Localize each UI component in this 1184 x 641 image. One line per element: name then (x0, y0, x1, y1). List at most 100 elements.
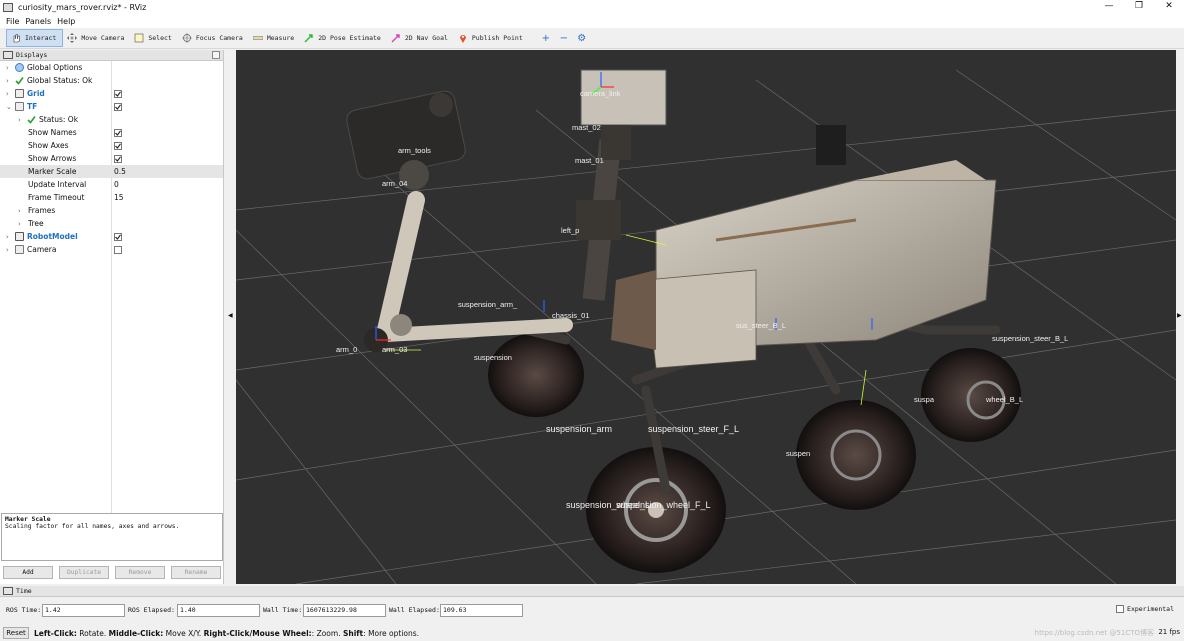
tool-measure[interactable]: Measure (249, 29, 300, 47)
display-row-value[interactable]: 0.5 (114, 167, 126, 176)
display-enable-checkbox[interactable] (114, 128, 122, 137)
tool-publish-point[interactable]: Publish Point (454, 29, 529, 47)
add-display-button[interactable]: Add (3, 566, 53, 579)
expand-arrow-icon[interactable]: › (6, 90, 9, 98)
close-button[interactable]: ✕ (1154, 0, 1184, 14)
tf-frame-label: suspa (914, 395, 935, 404)
expand-arrow-icon[interactable]: › (6, 64, 9, 72)
check-icon (27, 115, 36, 124)
undock-button[interactable] (212, 51, 220, 59)
display-row-label: Grid (27, 89, 45, 98)
expand-arrow-icon[interactable]: ⌄ (6, 103, 12, 111)
left-panel-collapse-handle[interactable]: ◀ (224, 50, 236, 584)
display-row-value[interactable]: 15 (114, 193, 124, 202)
rename-display-button[interactable]: Rename (171, 566, 221, 579)
display-row-global-status-ok[interactable]: › Global Status: Ok (0, 74, 223, 87)
display-row-label: RobotModel (27, 232, 78, 241)
menu-panels[interactable]: Panels (25, 17, 51, 26)
tf-frame-label: suspension (474, 353, 512, 362)
time-fields: ROS Time: 1.42 ROS Elapsed: 1.40 Wall Ti… (0, 604, 1184, 618)
wall-elapsed-field[interactable]: 109.63 (440, 604, 523, 617)
pose-estimate-arrow-icon (304, 34, 313, 43)
expand-arrow-icon[interactable]: › (18, 116, 21, 124)
ros-elapsed-label: ROS Elapsed: (128, 606, 175, 614)
expand-arrow-icon[interactable]: › (18, 207, 21, 215)
expand-arrow-icon[interactable]: › (18, 220, 21, 228)
display-enable-checkbox[interactable] (114, 102, 122, 111)
menu-help[interactable]: Help (57, 17, 75, 26)
expand-arrow-icon[interactable]: › (6, 233, 9, 241)
tool-interact[interactable]: Interact (6, 29, 64, 47)
monitor-icon (3, 51, 13, 59)
display-enable-checkbox[interactable] (114, 141, 122, 150)
tf-frame-label: arm_0 (336, 345, 357, 354)
experimental-checkbox[interactable]: Experimental (1116, 605, 1174, 613)
ros-time-field[interactable]: 1.42 (42, 604, 125, 617)
ros-elapsed-field[interactable]: 1.40 (177, 604, 260, 617)
window-controls: — ❐ ✕ (1094, 0, 1184, 14)
experimental-checkbox-box[interactable] (1116, 605, 1125, 613)
display-row-value[interactable]: 0 (114, 180, 119, 189)
display-row-show-names[interactable]: Show Names (0, 126, 223, 139)
display-row-robotmodel[interactable]: › RobotModel (0, 230, 223, 243)
menu-file[interactable]: File (6, 17, 19, 26)
displays-panel: Displays › Global Options › Global Status: … (0, 50, 224, 584)
reset-button[interactable]: Reset (3, 627, 29, 639)
globe-icon (15, 63, 24, 72)
mouse-help-text: Left-Click: Rotate. Middle-Click: Move X… (34, 629, 419, 638)
clock-icon (3, 587, 13, 595)
display-row-show-axes[interactable]: Show Axes (0, 139, 223, 152)
collapse-right-icon: ▶ (1177, 312, 1182, 319)
display-row-show-arrows[interactable]: Show Arrows (0, 152, 223, 165)
expand-arrow-icon[interactable]: › (6, 246, 9, 254)
display-enable-checkbox[interactable] (114, 245, 122, 254)
tool-2d-pose-estimate[interactable]: 2D Pose Estimate (300, 29, 387, 47)
right-panel-collapse-handle[interactable]: ▶ (1176, 50, 1184, 584)
display-row-status-ok[interactable]: › Status: Ok (0, 113, 223, 126)
tool-properties-button[interactable]: ⚙ (573, 29, 591, 47)
minimize-button[interactable]: — (1094, 0, 1124, 14)
display-row-label: Tree (28, 219, 44, 228)
wall-time-field[interactable]: 1607613229.98 (303, 604, 386, 617)
tf-icon (15, 102, 24, 111)
display-row-frame-timeout[interactable]: Frame Timeout 15 (0, 191, 223, 204)
render-viewport[interactable]: camera_link mast_02 mast_01 arm_tools arm_04… (236, 50, 1176, 584)
tf-frame-label: suspension_steer_F_L (648, 424, 739, 434)
display-enable-checkbox[interactable] (114, 89, 122, 98)
display-row-global-options[interactable]: › Global Options (0, 61, 223, 74)
displays-tree[interactable]: › Global Options › Global Status: Ok › Grid ⌄ T… (0, 61, 223, 514)
map-pin-icon (459, 35, 466, 43)
display-enable-checkbox[interactable] (114, 154, 122, 163)
menu-bar: File Panels Help (0, 14, 1184, 28)
remove-display-button[interactable]: Remove (115, 566, 165, 579)
tf-frame-label: sus_steer_B_L (736, 321, 786, 330)
duplicate-display-button[interactable]: Duplicate (59, 566, 109, 579)
ros-time-label: ROS Time: (6, 606, 42, 614)
ruler-icon (252, 36, 263, 40)
display-enable-checkbox[interactable] (114, 232, 122, 241)
display-row-camera[interactable]: › Camera (0, 243, 223, 256)
tool-select[interactable]: Select (130, 29, 177, 47)
remove-tool-button[interactable]: − (555, 29, 573, 47)
tf-frame-label: camera_link (580, 89, 621, 98)
tool-move-camera[interactable]: Move Camera (63, 29, 130, 47)
display-row-label: Camera (27, 245, 57, 254)
expand-arrow-icon[interactable]: › (6, 77, 9, 85)
tf-frame-label: suspen (786, 449, 810, 458)
tool-focus-camera[interactable]: Focus Camera (178, 29, 249, 47)
tf-frame-label: suspension_arm (546, 424, 612, 434)
display-row-grid[interactable]: › Grid (0, 87, 223, 100)
display-row-frames[interactable]: › Frames (0, 204, 223, 217)
display-row-tree[interactable]: › Tree (0, 217, 223, 230)
tool-2d-nav-goal[interactable]: 2D Nav Goal (387, 29, 454, 47)
display-row-update-interval[interactable]: Update Interval 0 (0, 178, 223, 191)
help-shift: Shift (342, 628, 364, 638)
maximize-button[interactable]: ❐ (1124, 0, 1154, 14)
add-tool-button[interactable]: + (537, 29, 555, 47)
time-title-bar: Time (0, 586, 1184, 597)
tool-move-camera-label: Move Camera (81, 34, 125, 42)
display-row-tf[interactable]: ⌄ TF (0, 100, 223, 113)
display-row-marker-scale[interactable]: Marker Scale 0.5 (0, 165, 223, 178)
tool-interact-label: Interact (25, 34, 57, 42)
cursor-hand-icon (13, 34, 20, 43)
